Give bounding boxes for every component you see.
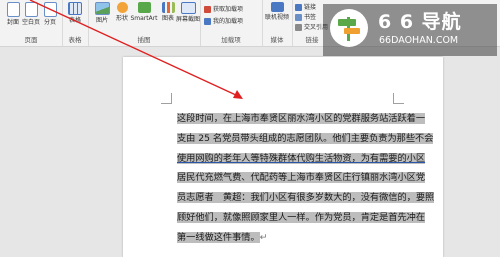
- page-break-button[interactable]: 分页: [38, 2, 62, 32]
- document-line: 使用网购的老年人等特殊群体代购生活物资，为有需要的小区: [177, 149, 435, 169]
- illustrations-group: 图片 形状 SmartArt 图表 屏幕截图 插图: [88, 0, 201, 46]
- cover-page-icon: [6, 2, 20, 17]
- screenshot-label: 屏幕截图: [176, 16, 201, 23]
- picture-icon: [94, 2, 110, 15]
- selected-text: 居民代充燃气费、代配药等上海市奉贤区庄行镇丽水湾小区党: [177, 172, 426, 184]
- screenshot-button[interactable]: 屏幕截图: [176, 2, 200, 32]
- document-workspace: 这段时间，在上海市奉贤区丽水湾小区的党群服务站活跃着一 支由 25 名党员带头组…: [0, 47, 500, 257]
- my-addins-label: 我的加载项: [213, 18, 244, 25]
- link-button[interactable]: 链接: [295, 3, 316, 12]
- tables-group: 表格 表格: [62, 0, 89, 46]
- document-line: 支由 25 名党员带头组成的志愿团队。他们主要负责为那些不会: [177, 129, 435, 149]
- pages-group: 封面 空白页 分页 页面: [0, 0, 63, 46]
- addins-group: 获取加载项 我的加载项 加载项: [200, 0, 263, 46]
- blank-page-icon: [24, 2, 38, 17]
- media-group-label: 媒体: [270, 36, 284, 44]
- shapes-icon: [116, 2, 128, 13]
- document-line: 员志愿者 黄超：我们小区有很多岁数大的，没有微信的，要照: [177, 188, 435, 208]
- document-line: 这段时间，在上海市奉贤区丽水湾小区的党群服务站活跃着一: [177, 109, 435, 129]
- smartart-label: SmartArt: [130, 15, 158, 22]
- document-body[interactable]: 这段时间，在上海市奉贤区丽水湾小区的党群服务站活跃着一 支由 25 名党员带头组…: [177, 109, 435, 248]
- selected-text: 员志愿者 黄超：我们小区有很多岁数大的，没有微信的，要照: [177, 192, 435, 204]
- chart-icon: [161, 2, 175, 13]
- my-addins-button[interactable]: 我的加载项: [204, 17, 243, 26]
- selected-text: 支由 25 名党员带头组成的志愿团队。他们主要负责为那些不会: [177, 132, 434, 144]
- selected-text: 使用网购的老年人等特殊群体代购生活物资，为有需要的小区: [177, 152, 426, 164]
- online-video-icon: [270, 2, 284, 12]
- link-label: 链接: [304, 4, 317, 11]
- signpost-icon: [338, 17, 360, 41]
- watermark-title: 6 6 导航: [378, 11, 462, 33]
- document-line: 顾好他们，就像照顾家里人一样。作为党员，肯定是首先冲在: [177, 208, 435, 228]
- online-video-button[interactable]: 联机视频: [265, 2, 289, 32]
- bookmark-icon: [295, 14, 302, 21]
- document-page[interactable]: 这段时间，在上海市奉贤区丽水湾小区的党群服务站活跃着一 支由 25 名党员带头组…: [123, 57, 443, 257]
- top-right-margin-mark: [393, 93, 404, 104]
- selected-text: 第一线做这件事情。: [177, 231, 260, 243]
- bookmark-label: 书签: [304, 14, 317, 21]
- addins-group-label: 加载项: [221, 36, 241, 44]
- bookmark-button[interactable]: 书签: [295, 13, 316, 22]
- document-line: 居民代充燃气费、代配药等上海市奉贤区庄行镇丽水湾小区党: [177, 168, 435, 188]
- table-icon: [68, 2, 82, 15]
- watermark-logo: [330, 9, 368, 47]
- paragraph-mark: ↵: [259, 231, 268, 243]
- table-button[interactable]: 表格: [63, 2, 87, 32]
- page-break-icon: [43, 2, 57, 17]
- top-left-margin-mark: [161, 93, 172, 104]
- smartart-icon: [137, 2, 151, 13]
- link-icon: [295, 4, 302, 11]
- pages-group-label: 页面: [24, 36, 38, 44]
- illustrations-group-label: 插图: [137, 36, 151, 44]
- cross-reference-icon: [295, 24, 302, 31]
- page-break-label: 分页: [43, 19, 56, 26]
- my-addins-icon: [204, 18, 211, 25]
- watermark-url: 66DAOHAN.COM: [379, 35, 459, 46]
- tables-group-label: 表格: [68, 36, 82, 44]
- media-group: 联机视频 媒体: [262, 0, 293, 46]
- get-addins-button[interactable]: 获取加载项: [204, 5, 243, 14]
- online-video-label: 联机视频: [265, 14, 290, 21]
- selected-text: 顾好他们，就像照顾家里人一样。作为党员，肯定是首先冲在: [177, 211, 426, 223]
- smartart-button[interactable]: SmartArt: [130, 2, 158, 32]
- table-label: 表格: [68, 17, 81, 24]
- get-addins-label: 获取加载项: [213, 6, 244, 13]
- screenshot-icon: [180, 2, 196, 14]
- selected-text: 这段时间，在上海市奉贤区丽水湾小区的党群服务站活跃着一: [177, 113, 426, 124]
- store-icon: [204, 6, 211, 13]
